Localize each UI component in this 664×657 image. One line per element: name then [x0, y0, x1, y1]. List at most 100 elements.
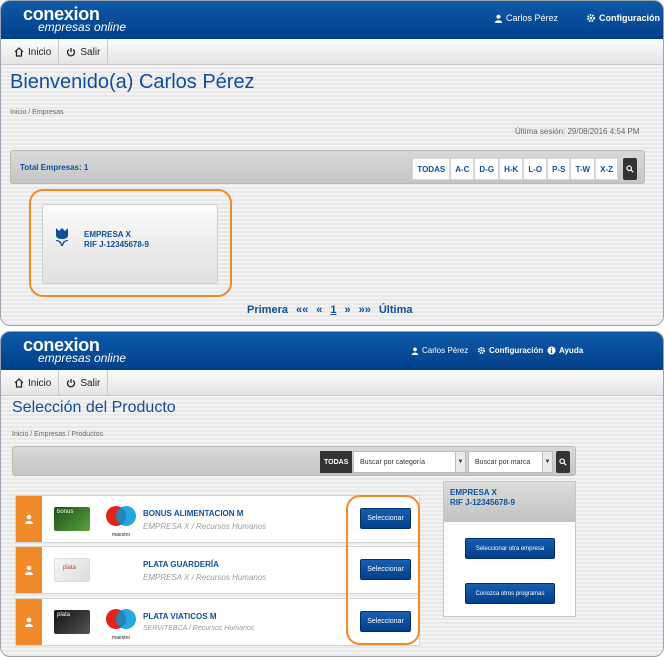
brand-logo[interactable]: conexion empresas online [23, 336, 126, 364]
gear-icon [477, 346, 486, 355]
user-icon [494, 14, 503, 23]
company-card[interactable]: EMPRESA X RIF J-12345678-9 [42, 204, 218, 284]
user-menu[interactable]: Carlos Pérez [494, 13, 558, 23]
company-rif: RIF J-12345678-9 [84, 240, 149, 249]
letter-a-c[interactable]: A-C [450, 158, 475, 180]
company-name: EMPRESA X [84, 230, 131, 239]
breadcrumb: Inicio / Empresas / Productos [12, 431, 104, 438]
chevron-down-icon: ▼ [455, 452, 465, 472]
letter-d-g[interactable]: D-G [474, 158, 500, 180]
help-link[interactable]: Ayuda [547, 346, 583, 355]
brand-select-label: Buscar por marca [475, 458, 531, 466]
brand-logo[interactable]: conexion empresas online [23, 5, 126, 33]
plata-card-image: plata [54, 610, 90, 634]
card-label: bonus [57, 509, 74, 515]
user-name: Carlos Pérez [506, 13, 559, 23]
nav-salir[interactable]: Salir [59, 370, 109, 396]
category-select-label: Buscar por categoría [360, 458, 425, 466]
user-icon [411, 347, 419, 355]
nav-inicio[interactable]: Inicio [7, 370, 60, 396]
pagination: Primera «« « 1 » »» Última [247, 304, 412, 316]
letter-todas[interactable]: TODAS [412, 158, 451, 180]
page-next-block[interactable]: »» [359, 304, 371, 316]
nav-bar: Inicio Salir [1, 370, 663, 396]
total-companies: Total Empresas: 1 [20, 163, 89, 172]
user-icon [16, 599, 42, 645]
filter-bar: Total Empresas: 1 TODAS A-C D-G H-K L-O … [10, 150, 645, 184]
screen-companies: conexion empresas online Carlos Pérez Co… [0, 0, 664, 326]
screen-products: conexion empresas online Carlos Pérez Co… [0, 331, 664, 657]
bonus-card-image: bonus [54, 507, 90, 531]
network-label: maestro [111, 532, 131, 538]
plata-card-image: plata [54, 558, 90, 582]
nav-inicio-label: Inicio [28, 46, 52, 58]
product-name: PLATA GUARDERÍA [143, 560, 219, 569]
product-name: BONUS ALIMENTACION M [143, 509, 244, 518]
filter-bar: TODAS Buscar por categoría ▼ Buscar por … [12, 446, 576, 476]
config-label: Configuración [489, 346, 544, 355]
maestro-logo: maestro [103, 608, 139, 641]
config-link[interactable]: Configuración [586, 13, 660, 23]
card-label: plata [63, 565, 77, 571]
company-box: EMPRESA X RIF J-12345678-9 Seleccionar o… [443, 481, 576, 617]
chevron-down-icon: ▼ [542, 452, 552, 472]
product-name: PLATA VIATICOS M [143, 612, 217, 621]
help-label: Ayuda [559, 346, 584, 355]
last-session: Última sesión: 29/08/2016 4:54 PM [515, 127, 640, 136]
search-icon [559, 458, 567, 466]
letter-filter: TODAS A-C D-G H-K L-O P-S T-W X-Z [412, 158, 618, 180]
brand-tagline: empresas online [38, 351, 127, 365]
tulip-icon [56, 228, 68, 246]
maestro-logo: maestro [103, 505, 139, 538]
user-name: Carlos Pérez [422, 346, 469, 355]
gear-icon [587, 14, 595, 22]
search-button[interactable] [623, 158, 637, 180]
power-icon [67, 48, 76, 57]
page-title: Selección del Producto [12, 399, 176, 416]
highlight-ring [346, 495, 420, 645]
nav-bar: Inicio Salir [1, 39, 663, 65]
nav-salir-label: Salir [80, 46, 101, 58]
user-menu[interactable]: Carlos Pérez [411, 346, 468, 355]
product-company: SERVITEBCA / Recursos Humanos [143, 625, 255, 632]
product-company: EMPRESA X / Recursos Humanos [143, 522, 267, 531]
letter-p-s[interactable]: P-S [547, 158, 571, 180]
info-icon [547, 346, 556, 355]
breadcrumb: Inicio / Empresas [10, 109, 64, 116]
page-next[interactable]: » [344, 304, 350, 316]
page-title: Bienvenido(a) Carlos Pérez [10, 71, 255, 93]
header-bar: conexion empresas online Carlos Pérez Co… [1, 1, 663, 39]
home-icon [14, 378, 24, 388]
letter-h-k[interactable]: H-K [499, 158, 524, 180]
card-label: plata [57, 612, 71, 618]
filter-all[interactable]: TODAS [320, 451, 353, 473]
page-last[interactable]: Última [379, 304, 413, 316]
user-icon [16, 496, 42, 542]
page-prev[interactable]: « [316, 304, 322, 316]
network-label: maestro [111, 635, 131, 641]
nav-salir[interactable]: Salir [59, 39, 109, 65]
config-link[interactable]: Configuración [477, 346, 543, 355]
page-prev-block[interactable]: «« [296, 304, 308, 316]
letter-l-o[interactable]: L-O [523, 158, 548, 180]
power-icon [67, 379, 76, 388]
nav-inicio[interactable]: Inicio [7, 39, 60, 65]
brand-tagline: empresas online [38, 20, 127, 34]
search-icon [626, 165, 634, 173]
change-company-button[interactable]: Seleccionar otra empresa [465, 538, 555, 559]
home-icon [14, 47, 24, 57]
other-programs-button[interactable]: Conozca otros programas [465, 583, 555, 604]
config-label: Configuración [599, 13, 660, 23]
page-current[interactable]: 1 [330, 304, 336, 316]
header-bar: conexion empresas online Carlos Pérez Co… [1, 332, 663, 370]
nav-inicio-label: Inicio [28, 377, 52, 389]
letter-t-w[interactable]: T-W [570, 158, 596, 180]
company-name: EMPRESA X [450, 488, 497, 497]
search-button[interactable] [556, 451, 570, 473]
category-select[interactable]: Buscar por categoría ▼ [353, 451, 466, 473]
brand-select[interactable]: Buscar por marca ▼ [468, 451, 553, 473]
company-box-header: EMPRESA X RIF J-12345678-9 [444, 482, 575, 522]
letter-x-z[interactable]: X-Z [595, 158, 618, 180]
nav-salir-label: Salir [80, 377, 101, 389]
page-first[interactable]: Primera [247, 304, 288, 316]
